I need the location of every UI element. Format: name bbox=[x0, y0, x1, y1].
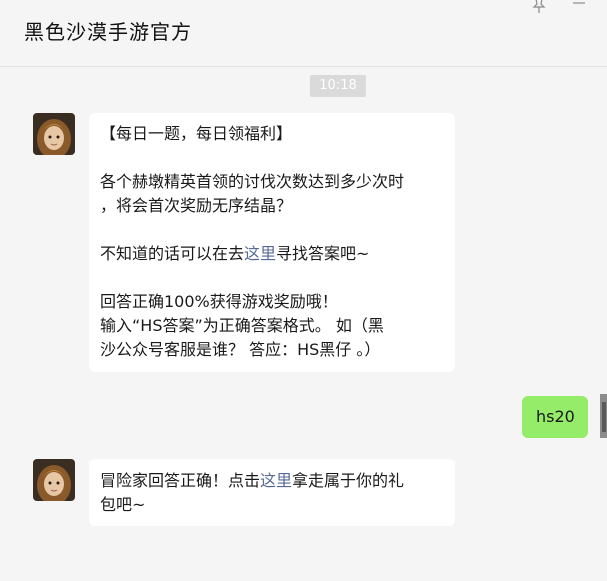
official-account-avatar[interactable] bbox=[33, 113, 75, 155]
message-timestamp: 10:18 bbox=[310, 75, 366, 97]
minimize-icon[interactable] bbox=[572, 0, 586, 13]
message-line: 不知道的话可以在去这里寻找答案吧~ bbox=[100, 242, 448, 266]
message-line: 各个赫墩精英首领的讨伐次数达到多少次时 bbox=[100, 172, 405, 191]
reward-link[interactable]: 这里 bbox=[260, 471, 292, 490]
message-line: 【每日一题，每日领福利】 bbox=[100, 124, 293, 143]
message-line: 冒险家回答正确！点击这里拿走属于你的礼 bbox=[100, 469, 448, 493]
official-account-avatar[interactable] bbox=[33, 459, 75, 501]
message-line: 输入“HS答案”为正确答案格式。 如（黑 bbox=[100, 316, 384, 335]
message-line: 包吧~ bbox=[100, 495, 146, 514]
message-text: 拿走属于你的礼 bbox=[292, 471, 405, 490]
message-text: 冒险家回答正确！点击 bbox=[100, 471, 261, 490]
message-line: ，将会首次奖励无序结晶？ bbox=[100, 196, 293, 215]
message-bubble-reply: 冒险家回答正确！点击这里拿走属于你的礼 包吧~ bbox=[89, 459, 455, 526]
pin-icon[interactable] bbox=[532, 0, 546, 17]
message-bubble-question: 【每日一题，每日领福利】 各个赫墩精英首领的讨伐次数达到多少次时 ，将会首次奖励… bbox=[89, 113, 455, 372]
message-bubble-self: hs20 bbox=[522, 396, 588, 438]
message-text: 寻找答案吧~ bbox=[276, 244, 370, 263]
answer-link[interactable]: 这里 bbox=[244, 244, 276, 263]
chat-header: 黑色沙漠手游官方 bbox=[0, 0, 607, 67]
message-line: 沙公众号客服是谁？ 答应：HS黑仔 。） bbox=[100, 340, 381, 359]
message-line: 回答正确100%获得游戏奖励哦！ bbox=[100, 292, 338, 311]
message-text: hs20 bbox=[536, 407, 575, 426]
self-avatar[interactable] bbox=[600, 394, 607, 438]
chat-title: 黑色沙漠手游官方 bbox=[24, 20, 192, 44]
message-text: 不知道的话可以在去 bbox=[100, 244, 245, 263]
